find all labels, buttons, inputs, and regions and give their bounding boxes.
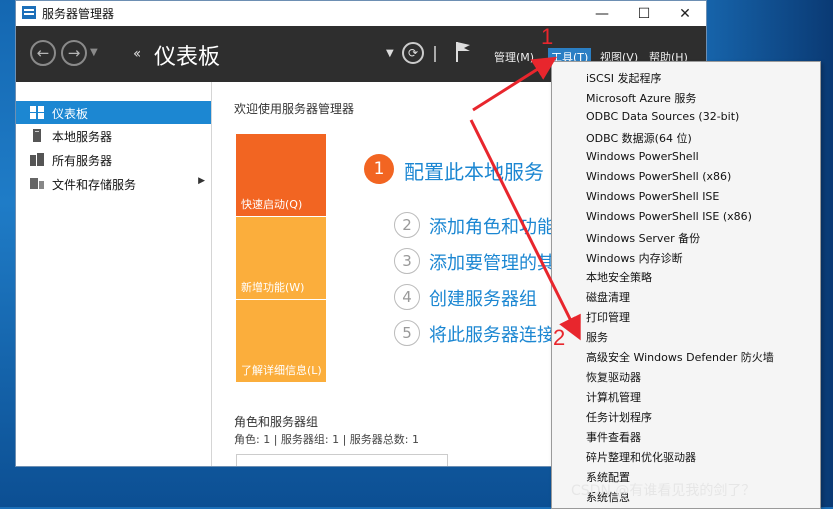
tools-menu-item[interactable]: ODBC Data Sources (32-bit) — [586, 110, 739, 123]
sidebar-item-all-servers[interactable]: 所有服务器 — [16, 148, 211, 171]
tools-dropdown-menu: iSCSI 发起程序 Microsoft Azure 服务 ODBC Data … — [551, 61, 821, 509]
tools-menu-item[interactable]: 磁盘清理 — [586, 289, 630, 305]
tools-menu-item[interactable]: 恢复驱动器 — [586, 369, 641, 385]
storage-icon — [30, 178, 44, 189]
maximize-button[interactable]: ☐ — [625, 1, 663, 26]
tools-menu-item[interactable]: Windows PowerShell — [586, 150, 699, 163]
welcome-heading: 欢迎使用服务器管理器 — [234, 102, 355, 116]
tile-label: 快速启动(Q) — [241, 198, 303, 211]
sidebar-item-dashboard[interactable]: 仪表板 — [16, 101, 211, 124]
page-title: 仪表板 — [154, 45, 221, 70]
watermark: CSDN @有谁看见我的剑了？ — [571, 483, 756, 499]
breadcrumb-arrows-icon: ‹‹ — [133, 46, 141, 62]
tools-menu-item[interactable]: 高级安全 Windows Defender 防火墙 — [586, 349, 774, 365]
toolbar-divider — [434, 46, 436, 62]
server-icon — [33, 129, 41, 142]
tile-quick-start[interactable]: 快速启动(Q) — [236, 134, 326, 216]
forward-button[interactable]: → — [61, 40, 87, 66]
tools-menu-item[interactable]: Windows PowerShell ISE (x86) — [586, 210, 752, 223]
back-button[interactable]: ← — [30, 40, 56, 66]
menu-manage[interactable]: 管理(M) — [491, 48, 537, 66]
sidebar: 仪表板 本地服务器 所有服务器 文件和存储服务 ▶ — [16, 82, 212, 466]
tools-menu-item[interactable]: 任务计划程序 — [586, 409, 652, 425]
dashboard-icon — [30, 106, 44, 119]
tools-menu-item[interactable]: Windows PowerShell ISE — [586, 190, 719, 203]
servers-icon — [30, 153, 44, 166]
tile-label: 新增功能(W) — [241, 281, 305, 294]
tools-menu-item[interactable]: ODBC 数据源(64 位) — [586, 130, 692, 146]
refresh-icon[interactable]: ⟳ — [402, 42, 424, 64]
tools-menu-item[interactable]: iSCSI 发起程序 — [586, 70, 661, 86]
role-tile[interactable] — [236, 454, 448, 466]
step-link-configure[interactable]: 配置此本地服务 — [404, 156, 544, 185]
close-button[interactable]: ✕ — [666, 1, 704, 26]
sidebar-item-label: 文件和存储服务 — [52, 178, 137, 192]
tile-whats-new[interactable]: 新增功能(W) — [236, 217, 326, 299]
refresh-dropdown-icon[interactable]: ▼ — [386, 48, 394, 59]
step-number-badge: 3 — [394, 248, 420, 274]
sidebar-item-local-server[interactable]: 本地服务器 — [16, 124, 211, 147]
sidebar-item-label: 仪表板 — [52, 107, 89, 121]
step-number-badge: 1 — [364, 154, 394, 184]
step-number-badge: 4 — [394, 284, 420, 310]
tools-menu-item[interactable]: Windows Server 备份 — [586, 230, 700, 246]
notifications-flag-icon[interactable] — [455, 41, 471, 63]
tools-menu-item[interactable]: Windows PowerShell (x86) — [586, 170, 731, 183]
sidebar-item-label: 本地服务器 — [52, 130, 113, 144]
step-number-badge: 5 — [394, 320, 420, 346]
window-title: 服务器管理器 — [42, 7, 115, 21]
tile-learn-more[interactable]: 了解详细信息(L) — [236, 300, 326, 382]
history-dropdown-icon[interactable]: ▼ — [90, 47, 98, 58]
tools-menu-item[interactable]: 计算机管理 — [586, 389, 641, 405]
tile-label: 了解详细信息(L) — [241, 364, 322, 377]
minimize-button[interactable]: — — [583, 1, 621, 26]
sidebar-item-label: 所有服务器 — [52, 154, 113, 168]
step-link-create-group[interactable]: 创建服务器组 — [429, 285, 537, 311]
step-link-connect-cloud[interactable]: 将此服务器连接 — [429, 321, 555, 347]
tools-menu-item[interactable]: 碎片整理和优化驱动器 — [586, 449, 696, 465]
tools-menu-item[interactable]: 事件查看器 — [586, 429, 641, 445]
tools-menu-item[interactable]: Windows 内存诊断 — [586, 250, 683, 266]
sidebar-item-file-storage[interactable]: 文件和存储服务 ▶ — [16, 172, 211, 195]
title-bar: 服务器管理器 — ☐ ✕ — [16, 1, 706, 26]
tools-menu-item-services[interactable]: 服务 — [586, 329, 608, 345]
step-number-badge: 2 — [394, 212, 420, 238]
roles-heading: 角色和服务器组 — [234, 415, 319, 429]
tools-menu-item[interactable]: 本地安全策略 — [586, 269, 652, 285]
tools-menu-item[interactable]: Microsoft Azure 服务 — [586, 90, 696, 106]
roles-summary: 角色: 1 | 服务器组: 1 | 服务器总数: 1 — [234, 433, 420, 446]
tools-menu-item[interactable]: 打印管理 — [586, 309, 630, 325]
server-manager-icon — [22, 6, 36, 19]
expand-arrow-icon[interactable]: ▶ — [198, 176, 205, 186]
step-link-add-roles[interactable]: 添加角色和功能 — [429, 213, 555, 239]
